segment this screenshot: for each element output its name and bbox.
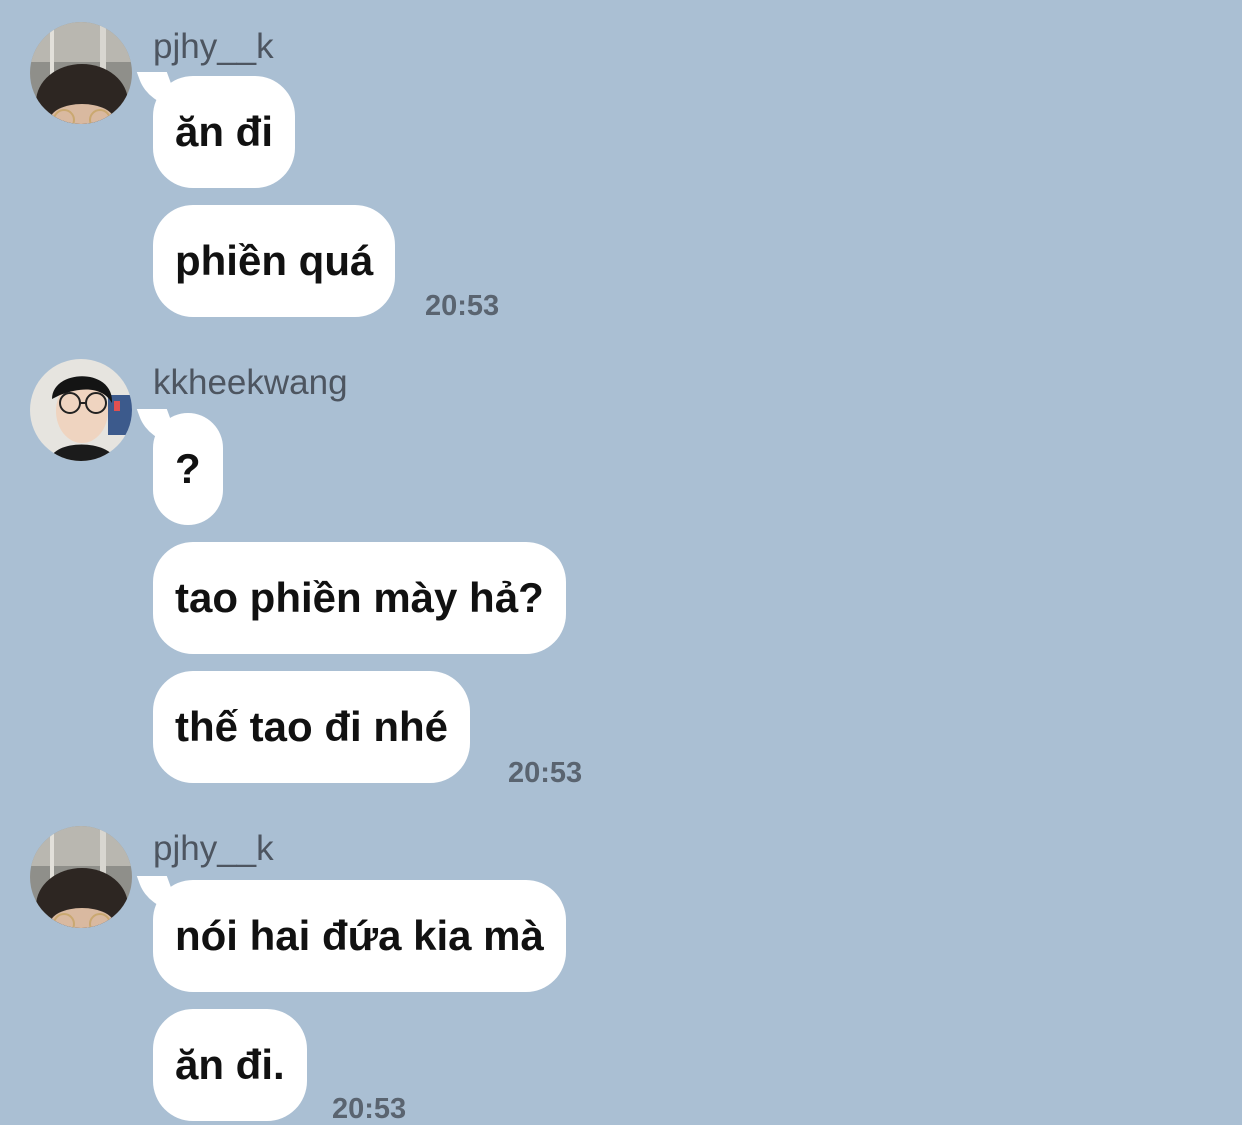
message-bubble[interactable]: thế tao đi nhé bbox=[153, 671, 470, 783]
message-bubble[interactable]: ? bbox=[153, 413, 223, 525]
sender-name[interactable]: pjhy__k bbox=[153, 829, 274, 869]
message-timestamp: 20:53 bbox=[508, 757, 583, 789]
user-avatar-icon bbox=[30, 359, 132, 461]
sender-name[interactable]: pjhy__k bbox=[153, 27, 274, 67]
sender-name[interactable]: kkheekwang bbox=[153, 363, 348, 403]
message-bubble[interactable]: ăn đi bbox=[153, 76, 296, 188]
message-timestamp: 20:53 bbox=[332, 1093, 407, 1125]
user-avatar-icon bbox=[30, 22, 132, 124]
message-bubble[interactable]: nói hai đứa kia mà bbox=[153, 880, 566, 992]
user-avatar-icon bbox=[30, 826, 132, 928]
avatar[interactable] bbox=[30, 826, 132, 928]
message-bubble[interactable]: ăn đi. bbox=[153, 1009, 307, 1121]
avatar[interactable] bbox=[30, 359, 132, 461]
message-bubble[interactable]: tao phiền mày hả? bbox=[153, 542, 566, 654]
avatar[interactable] bbox=[30, 22, 132, 124]
message-bubble[interactable]: phiền quá bbox=[153, 205, 396, 317]
message-timestamp: 20:53 bbox=[425, 290, 500, 322]
